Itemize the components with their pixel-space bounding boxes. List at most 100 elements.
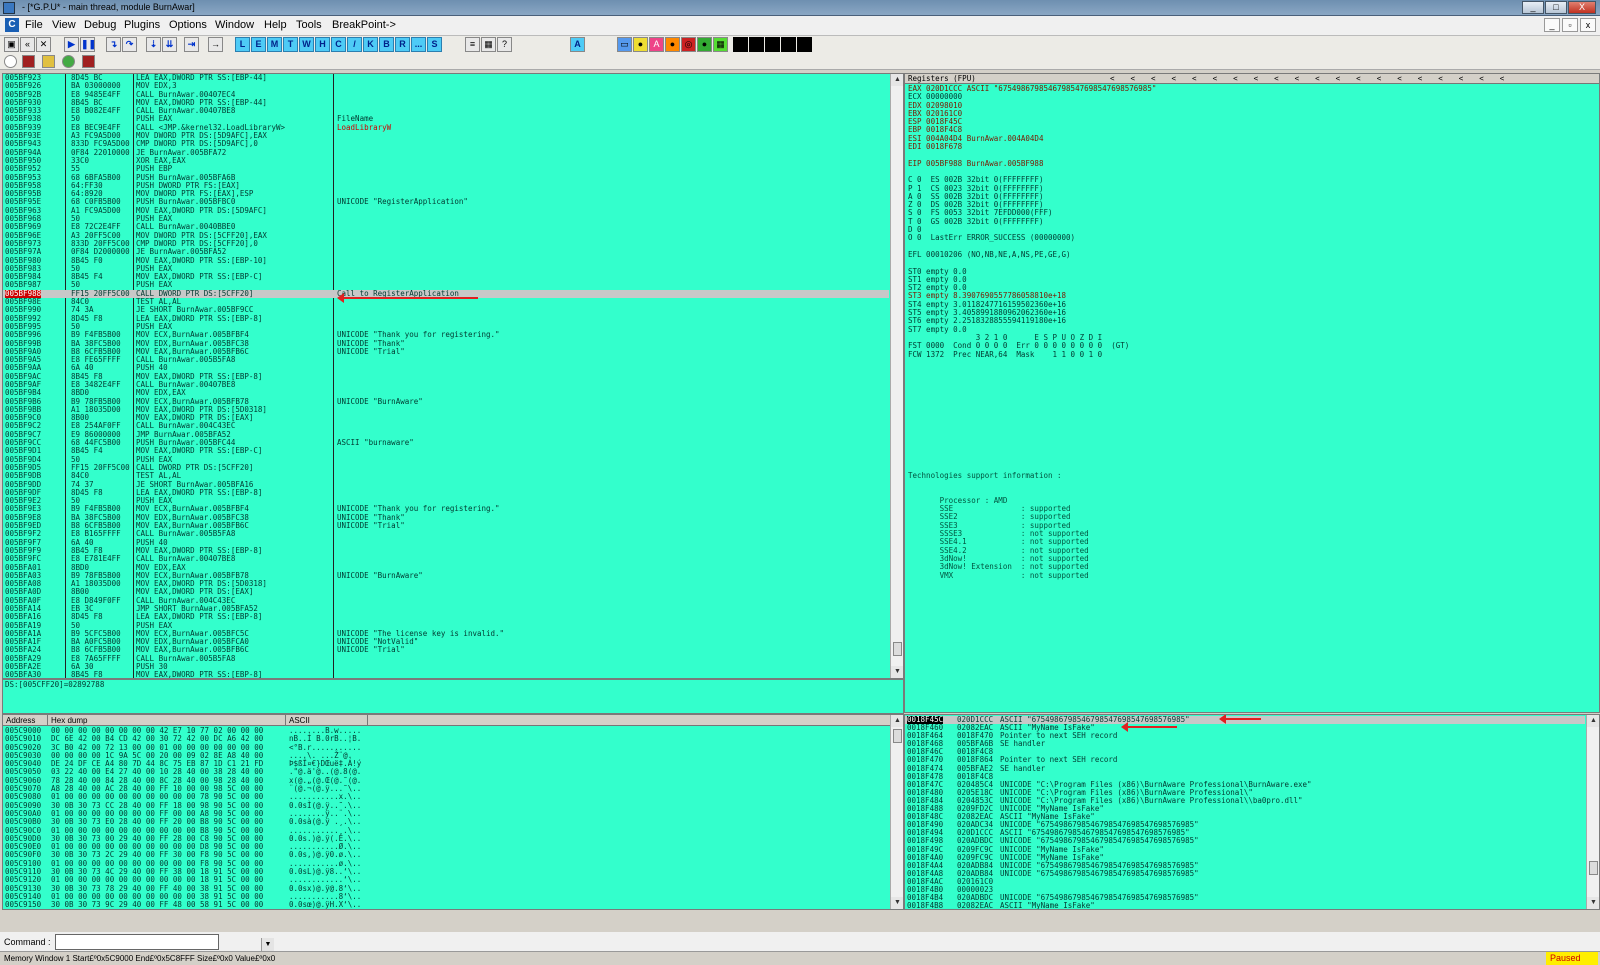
script-icon[interactable]: [82, 55, 95, 68]
black-button-5-icon[interactable]: [797, 37, 812, 52]
call-stack-button[interactable]: K: [363, 37, 378, 52]
disassembly-scrollbar[interactable]: ▲ ▼: [890, 74, 903, 678]
trace-into-icon[interactable]: ⇣: [146, 37, 161, 52]
goto-icon[interactable]: →: [208, 37, 223, 52]
menu-plugins[interactable]: Plugins: [124, 19, 160, 31]
mdi-minimize-button[interactable]: _: [1544, 18, 1560, 32]
minimize-button[interactable]: _: [1522, 1, 1544, 14]
registers-pane[interactable]: Registers (FPU) <<<<<<<<<<<<<<<<<<<< EAX…: [904, 73, 1600, 713]
menu-options[interactable]: Options: [169, 19, 207, 31]
black-button-3-icon[interactable]: [765, 37, 780, 52]
dump-hex-header[interactable]: Hex dump: [51, 716, 87, 725]
scrollbar-thumb[interactable]: [893, 642, 902, 656]
mdi-close-button[interactable]: x: [1580, 18, 1596, 32]
stack-scroll-down-arrow-icon[interactable]: ▼: [1587, 897, 1599, 909]
cpu-window-icon[interactable]: C: [5, 18, 19, 32]
stack-pane[interactable]: 0018F45C 020D1CCC ASCII "67549867985467985…: [904, 714, 1600, 910]
execute-till-return-icon[interactable]: ⇥: [184, 37, 199, 52]
menu-breakpoint[interactable]: BreakPoint->: [332, 19, 396, 31]
stack-row[interactable]: 0018F4AC 020161C0: [905, 877, 1585, 886]
menu-debug[interactable]: Debug: [84, 19, 116, 31]
patches-button[interactable]: /: [347, 37, 362, 52]
pause-icon[interactable]: ❚❚: [80, 37, 96, 52]
register-line[interactable]: O 0 LastErr ERROR_SUCCESS (00000000): [908, 234, 1156, 243]
hex-dump-pane[interactable]: Address Hex dump ASCII 005C9000 00 00 00 …: [2, 714, 904, 910]
disassembly-row[interactable]: 005BFA30 8B45 F8 MOV EAX,DWORD PTR SS:[EBP…: [3, 671, 889, 678]
registers-nav-arrows[interactable]: <<<<<<<<<<<<<<<<<<<<: [1110, 74, 1520, 83]
dump-row[interactable]: 005C9150 30 0B 30 73 9C 29 40 00 FF 48 00…: [3, 900, 889, 909]
executables-button[interactable]: E: [251, 37, 266, 52]
menu-file[interactable]: File: [25, 19, 43, 31]
black-button-2-icon[interactable]: [749, 37, 764, 52]
registers-header[interactable]: Registers (FPU) <<<<<<<<<<<<<<<<<<<<: [905, 74, 1599, 84]
run-trace-button[interactable]: ...: [411, 37, 426, 52]
mdi-restore-button[interactable]: ▫: [1562, 18, 1578, 32]
breakpoints-button[interactable]: B: [379, 37, 394, 52]
black-button-1-icon[interactable]: [733, 37, 748, 52]
dump-address-header[interactable]: Address: [6, 716, 35, 725]
menu-window[interactable]: Window: [215, 19, 254, 31]
plugin-pink-icon[interactable]: A: [649, 37, 664, 52]
register-line[interactable]: T 0 GS 002B 32bit 0(FFFFFFFF): [908, 217, 1156, 226]
command-bar: Command : ▼: [0, 932, 1600, 952]
menu-view[interactable]: View: [52, 19, 76, 31]
menu-tools[interactable]: Tools: [296, 19, 322, 31]
log-window-button[interactable]: L: [235, 37, 250, 52]
instruction-comment: UNICODE "Trial": [337, 346, 405, 356]
dump-scroll-up-arrow-icon[interactable]: ▲: [891, 715, 903, 727]
chevron-down-icon[interactable]: ▼: [261, 938, 274, 952]
font-icon[interactable]: A: [570, 37, 585, 52]
refresh-icon[interactable]: [62, 55, 75, 68]
register-line[interactable]: EIP 005BF988 BurnAwar.005BF988: [908, 159, 1156, 168]
stack-row[interactable]: 0018F4A8 020ADB84 UNICODE "675498679854679…: [905, 869, 1585, 878]
close-button[interactable]: X: [1568, 1, 1596, 14]
plugin-green-icon[interactable]: ●: [697, 37, 712, 52]
references-button[interactable]: R: [395, 37, 410, 52]
command-input[interactable]: ▼: [55, 934, 274, 952]
plugin-orange-icon[interactable]: ●: [665, 37, 680, 52]
windows-button[interactable]: W: [299, 37, 314, 52]
plugin-grid-icon[interactable]: ▦: [713, 37, 728, 52]
stop-circle-icon[interactable]: [4, 55, 17, 68]
memory-map-button[interactable]: M: [267, 37, 282, 52]
handles-button[interactable]: H: [315, 37, 330, 52]
stack-row[interactable]: 0018F474 005BFAE2 SE handler: [905, 764, 1585, 773]
scroll-up-arrow-icon[interactable]: ▲: [891, 74, 903, 86]
register-line[interactable]: EFL 00010206 (NO,NB,NE,A,NS,PE,GE,G): [908, 250, 1156, 259]
list-icon[interactable]: ≡: [465, 37, 480, 52]
close-program-icon[interactable]: ✕: [36, 37, 51, 52]
dump-scrollbar[interactable]: ▲ ▼: [890, 715, 903, 909]
window-icon[interactable]: ▭: [617, 37, 632, 52]
step-into-icon[interactable]: ↴: [106, 37, 121, 52]
maximize-button[interactable]: □: [1545, 1, 1567, 14]
open-icon[interactable]: ▣: [4, 37, 19, 52]
info-pane: DS:[005CFF20]=02892788: [2, 679, 904, 714]
stack-scrollbar-thumb[interactable]: [1589, 861, 1598, 875]
stack-scrollbar[interactable]: ▲ ▼: [1586, 715, 1599, 909]
help-icon[interactable]: ?: [497, 37, 512, 52]
grid-icon[interactable]: ▦: [481, 37, 496, 52]
trace-over-icon[interactable]: ⇊: [162, 37, 177, 52]
stack-row[interactable]: 0018F4B8 02082EAC ASCII "MyName IsFake": [905, 901, 1585, 909]
cpu-button[interactable]: C: [331, 37, 346, 52]
folder-icon[interactable]: [42, 55, 55, 68]
register-line[interactable]: FCW 1372 Prec NEAR,64 Mask 1 1 0 0 1 0: [908, 350, 1156, 359]
restart-icon[interactable]: «: [20, 37, 35, 52]
source-button[interactable]: S: [427, 37, 442, 52]
step-over-icon[interactable]: ↷: [122, 37, 137, 52]
stack-row[interactable]: 0018F468 005BFA6B SE handler: [905, 739, 1585, 748]
plugin-yellow-icon[interactable]: ●: [633, 37, 648, 52]
threads-button[interactable]: T: [283, 37, 298, 52]
menu-help[interactable]: Help: [264, 19, 287, 31]
scroll-down-arrow-icon[interactable]: ▼: [891, 666, 903, 678]
run-icon[interactable]: ▶: [64, 37, 79, 52]
stack-scroll-up-arrow-icon[interactable]: ▲: [1587, 715, 1599, 727]
disassembly-pane[interactable]: 005BF923 8D45 BC LEA EAX,DWORD PTR SS:[EBP…: [2, 73, 904, 679]
record-icon[interactable]: [22, 55, 35, 68]
dump-ascii-header[interactable]: ASCII: [289, 716, 310, 725]
dump-scrollbar-thumb[interactable]: [893, 729, 902, 743]
black-button-4-icon[interactable]: [781, 37, 796, 52]
plugin-red-icon[interactable]: ◎: [681, 37, 696, 52]
dump-scroll-down-arrow-icon[interactable]: ▼: [891, 897, 903, 909]
register-line[interactable]: EDI 0018F678: [908, 142, 1156, 151]
